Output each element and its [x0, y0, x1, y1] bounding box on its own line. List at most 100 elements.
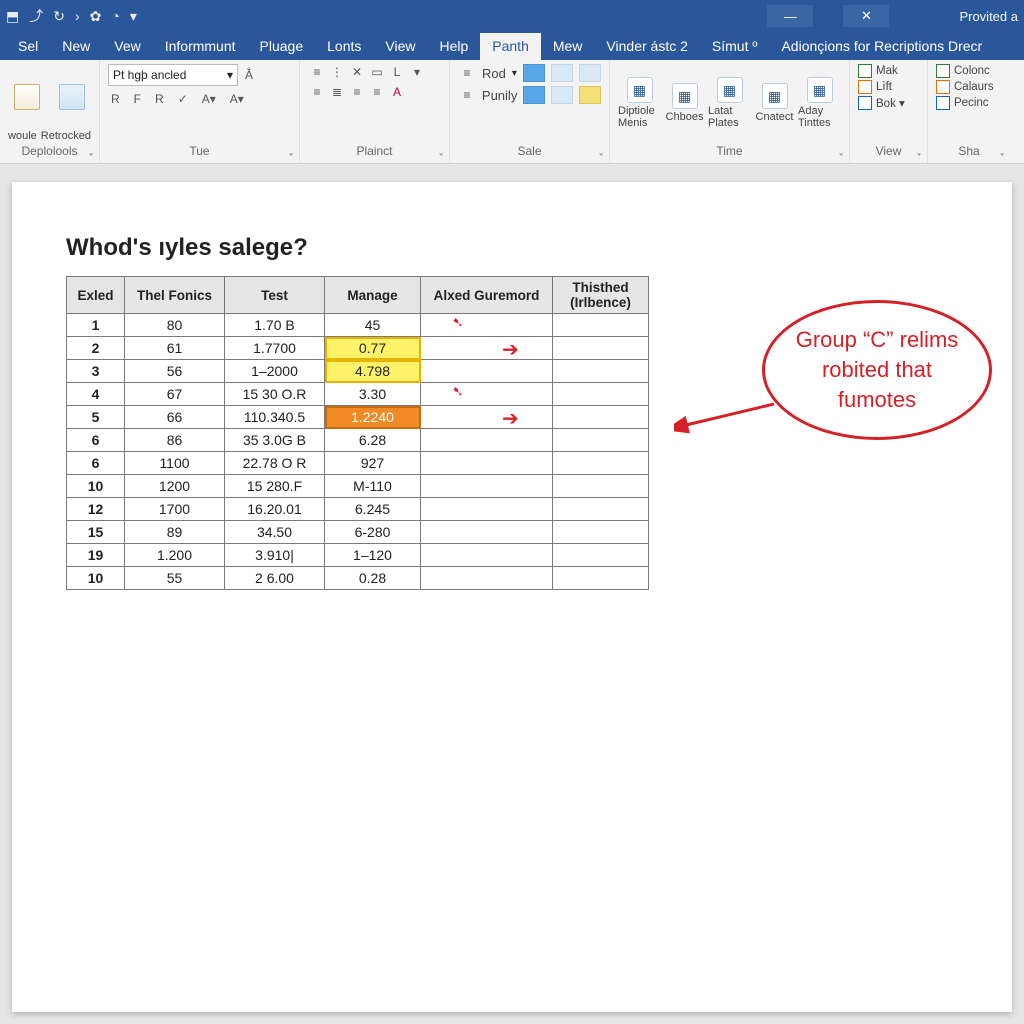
table-cell: 89	[125, 521, 225, 544]
tab-s-mut-[interactable]: Símut º	[700, 33, 770, 60]
table-cell: 1.200	[125, 544, 225, 567]
font-style-button[interactable]: R	[152, 90, 167, 108]
group-label-time: Time	[618, 142, 841, 161]
align-left-icon[interactable]: ≡	[308, 64, 326, 80]
window-minimize-button[interactable]: —	[767, 5, 813, 27]
qat-chevron-right-icon[interactable]: ›	[75, 8, 80, 24]
table-cell: 1	[67, 314, 125, 337]
table-cell	[421, 383, 553, 406]
ribbon-button[interactable]: ▦Cnatect	[753, 83, 796, 123]
table-cell: 3	[67, 360, 125, 383]
ribbon-group-view: MakLìftBok ▾ View	[850, 60, 928, 163]
group-label-share: Sha	[936, 142, 1002, 161]
tab-vew[interactable]: Vew	[102, 33, 152, 60]
font-color-icon[interactable]: A	[388, 84, 406, 100]
tab-new[interactable]: New	[50, 33, 102, 60]
qat-sync-icon[interactable]: ✿	[90, 8, 102, 25]
highlight-blue[interactable]	[523, 64, 545, 82]
highlight-yellow[interactable]	[579, 86, 601, 104]
clipboard-label-1: woule	[8, 130, 37, 142]
tab-panth[interactable]: Panth	[480, 33, 541, 60]
ribbon-view-item[interactable]: Lìft	[858, 80, 919, 94]
hand-pointer-icon: ➷	[452, 383, 464, 400]
qat-clock-icon[interactable]: ◔	[111, 8, 119, 24]
font-style-button[interactable]: R	[108, 90, 123, 108]
tab-view[interactable]: View	[373, 33, 427, 60]
document-page[interactable]: Whod's ıyles salege? ExledThel FonicsTes…	[12, 182, 1012, 1012]
table-row: 566110.340.51.2240	[67, 406, 649, 429]
table-cell: 10	[67, 475, 125, 498]
ribbon-button[interactable]: ▦Latat Plates	[708, 77, 751, 129]
align-center-icon[interactable]: ≣	[328, 84, 346, 100]
table-cell: 0.28	[325, 567, 421, 590]
title-hint: Provited a	[959, 9, 1018, 24]
table-cell: 15 30 O.R	[225, 383, 325, 406]
table-cell: 1700	[125, 498, 225, 521]
table-cell: 1–120	[325, 544, 421, 567]
font-name-select[interactable]: Pt hgþ ancled▾	[108, 64, 238, 86]
ribbon-view-item[interactable]: Bok ▾	[858, 96, 919, 110]
window-close-button[interactable]: ✕	[843, 5, 889, 27]
highlight-light-3[interactable]	[551, 86, 573, 104]
ribbon-share-item[interactable]: Pecinc	[936, 96, 1002, 110]
table-cell: 66	[125, 406, 225, 429]
tab-help[interactable]: Help	[427, 33, 480, 60]
punily-label[interactable]: Punily	[482, 88, 517, 103]
ribbon-view-item[interactable]: Mak	[858, 64, 919, 78]
table-row: 46715 30 O.R3.30	[67, 383, 649, 406]
tab-vinder-stc-2[interactable]: Vinder ástc 2	[594, 33, 699, 60]
align-right-icon[interactable]: ≡	[348, 84, 366, 100]
table-cell: 22.78 O R	[225, 452, 325, 475]
font-style-button[interactable]: F	[131, 90, 144, 108]
table-cell: 1.2240	[325, 406, 421, 429]
copy-button[interactable]	[53, 84, 92, 110]
table-cell	[553, 452, 649, 475]
indent-icon[interactable]: L	[388, 64, 406, 80]
paste-button[interactable]	[8, 84, 47, 110]
font-style-button[interactable]: A▾	[227, 90, 247, 108]
ribbon-button[interactable]: ▦Chboes	[663, 83, 706, 123]
tab-sel[interactable]: Sel	[6, 33, 50, 60]
tab-mew[interactable]: Mew	[541, 33, 595, 60]
ribbon-button[interactable]: ▦Diptiole Menis	[618, 77, 661, 129]
app-icon[interactable]: ⬒	[6, 8, 19, 25]
table-cell: 1.70 B	[225, 314, 325, 337]
font-style-button[interactable]: ✓	[175, 90, 191, 108]
table-cell: 56	[125, 360, 225, 383]
tab-informmunt[interactable]: Informmunt	[153, 33, 248, 60]
highlight-blue-2[interactable]	[523, 86, 545, 104]
rod-label[interactable]: Rod	[482, 66, 506, 81]
table-row: 68635 3.0G B6.28	[67, 429, 649, 452]
table-cell: 15 280.F	[225, 475, 325, 498]
table-cell: 80	[125, 314, 225, 337]
menu-icon[interactable]: ≡	[458, 65, 476, 81]
ribbon-share-item[interactable]: Calaurs	[936, 80, 1002, 94]
tab-pluage[interactable]: Pluage	[248, 33, 316, 60]
ribbon-button[interactable]: ▦Aday Tinttes	[798, 77, 841, 129]
arrow-right-icon: ➔	[502, 406, 519, 431]
callout-annotation: Group “C” relims robited that fumotes	[762, 300, 992, 440]
column-header: Thel Fonics	[125, 277, 225, 314]
ribbon: woule Retrocked Deplolools Pt hgþ ancled…	[0, 60, 1024, 164]
highlight-light-2[interactable]	[579, 64, 601, 82]
menu-icon-2[interactable]: ≡	[458, 87, 476, 103]
font-size-stepper[interactable]: A̐	[242, 66, 256, 84]
align-icon[interactable]: ≡	[308, 84, 326, 100]
tab-adion-ions-for-recriptions-drecr[interactable]: Adionçions for Recriptions Drecr	[769, 33, 994, 60]
ribbon-share-item[interactable]: Colonc	[936, 64, 1002, 78]
table-cell: 2	[67, 337, 125, 360]
column-header: Thisthed (Irlbence)	[553, 277, 649, 314]
table-cell	[553, 314, 649, 337]
border-icon[interactable]: ▭	[368, 64, 386, 80]
menu-tabs: SelNewVewInformmuntPluageLontsViewHelpPa…	[0, 32, 1024, 60]
highlight-light[interactable]	[551, 64, 573, 82]
tab-lonts[interactable]: Lonts	[315, 33, 373, 60]
list-icon[interactable]: ⋮	[328, 64, 346, 80]
qat-more-icon[interactable]: ▾	[130, 8, 137, 25]
clear-icon[interactable]: ✕	[348, 64, 366, 80]
justify-icon[interactable]: ≡	[368, 84, 386, 100]
qat-upload-icon[interactable]: ⤴	[29, 6, 43, 26]
font-style-button[interactable]: A▾	[199, 90, 219, 108]
qat-refresh-icon[interactable]: ↻	[53, 8, 65, 25]
dropdown-icon[interactable]: ▾	[408, 64, 426, 80]
